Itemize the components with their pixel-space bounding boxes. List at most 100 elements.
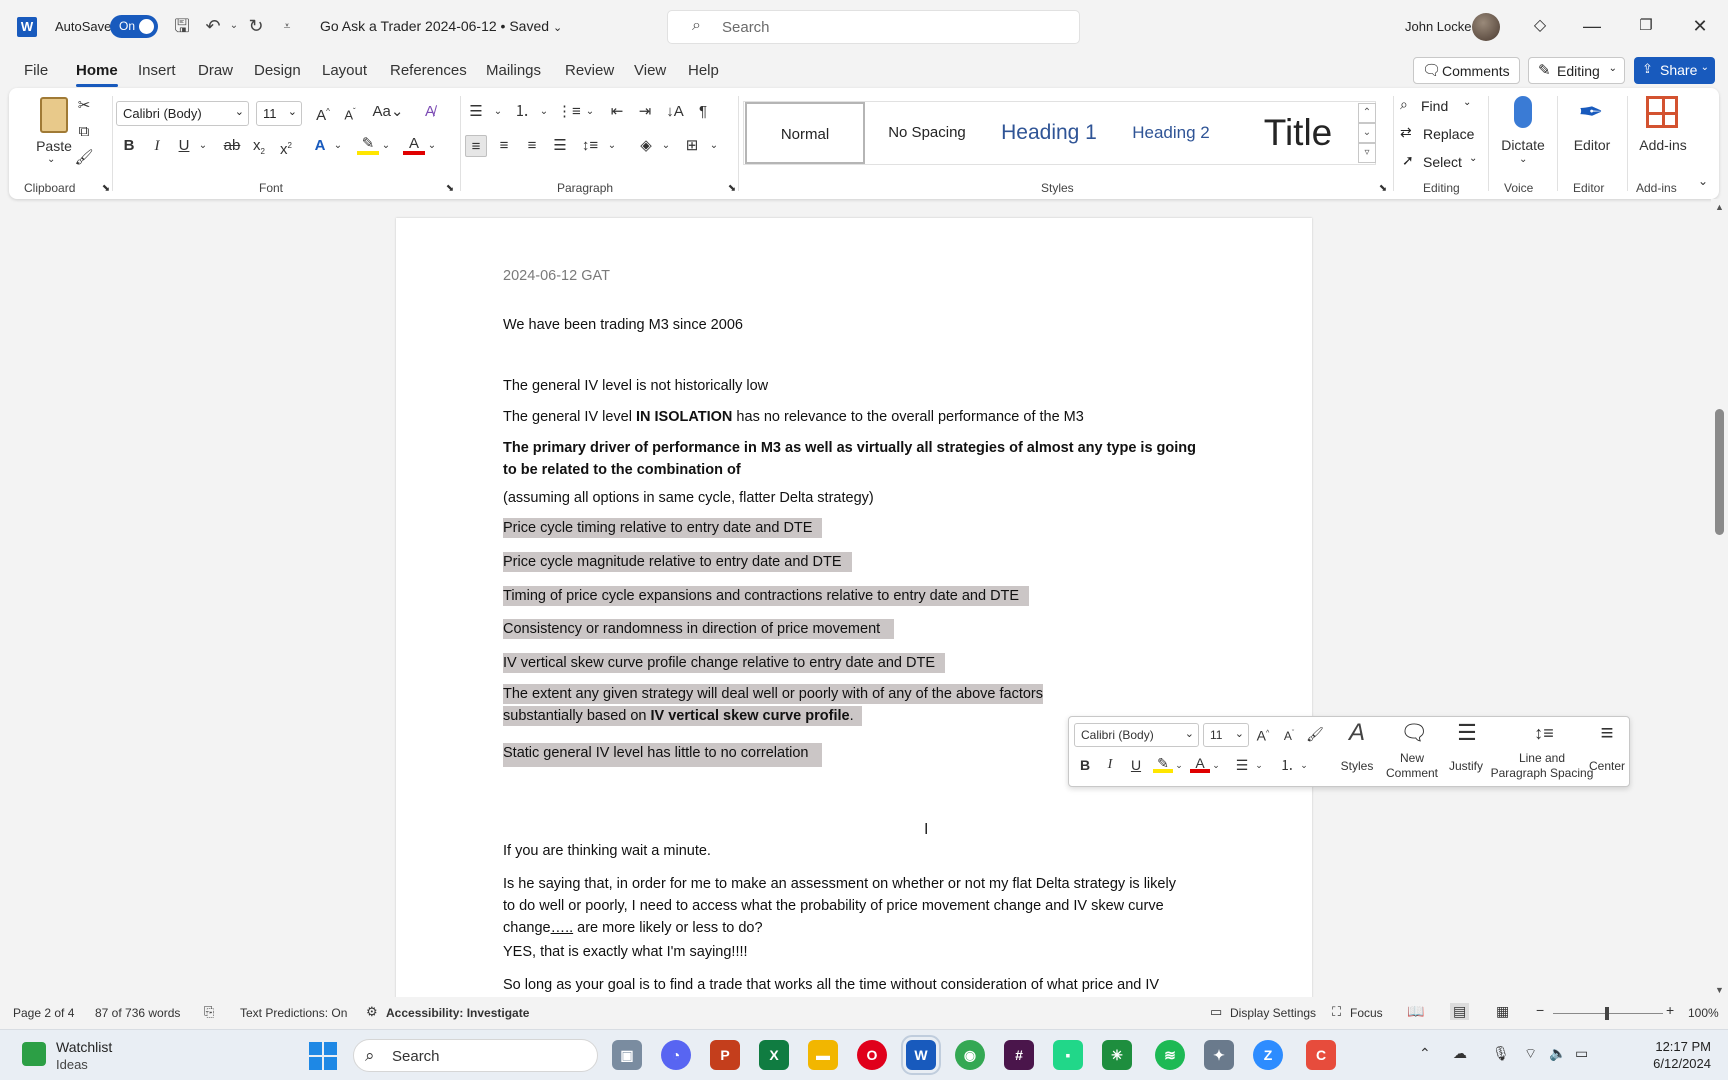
excel-icon[interactable]: X [759,1040,789,1070]
numbering-icon[interactable]: ⒈ [511,101,533,123]
file-explorer-icon[interactable]: ▬ [808,1040,838,1070]
shrink-font-icon[interactable]: Aˇ [339,101,361,123]
addins-button[interactable]: Add-ins [1631,94,1695,174]
subscript-icon[interactable]: x2 [248,135,270,157]
zoom-slider[interactable] [1553,1007,1663,1020]
mini-font-color-dropdown-icon[interactable]: ⌄ [1206,755,1226,775]
tab-insert[interactable]: Insert [138,62,176,79]
restore-button[interactable]: ❐ [1634,14,1658,38]
undo-icon[interactable]: ↶ [202,15,224,37]
tab-layout[interactable]: Layout [322,62,367,79]
undo-dropdown-icon[interactable]: ⌄ [223,15,245,37]
styles-scroll-up[interactable]: ⌃ [1358,103,1376,123]
paragraph-launcher-icon[interactable]: ⬊ [721,178,743,200]
cut-icon[interactable]: ✂ [73,95,95,117]
avatar[interactable] [1472,13,1500,41]
tab-file[interactable]: File [24,62,48,79]
tab-home[interactable]: Home [76,62,118,87]
change-case-icon[interactable]: Aa⌄ [371,101,405,123]
font-name-dropdown[interactable]: Calibri (Body) ⌄ [116,101,249,126]
spark-icon[interactable]: ✳ [1102,1040,1132,1070]
borders-icon[interactable]: ⊞ [681,135,703,157]
increase-indent-icon[interactable]: ⇥ [634,101,656,123]
font-color-dropdown-icon[interactable]: ⌄ [421,135,443,157]
microphone-tray-icon[interactable]: 🎙 [1492,1045,1510,1062]
mini-size-dropdown[interactable]: 11 ⌄ [1203,723,1249,747]
clear-formatting-icon[interactable]: A̸ [419,101,441,123]
new-comment-button[interactable]: 🗨 New Comment [1385,721,1439,783]
sort-icon[interactable]: ↓A [664,101,686,123]
strikethrough-icon[interactable]: ab [221,135,243,157]
text-predictions-status[interactable]: Text Predictions: On [240,1006,347,1020]
mini-bold-icon[interactable]: B [1075,755,1095,775]
focus-button[interactable]: Focus [1350,1006,1383,1020]
clipboard-launcher-icon[interactable]: ⬊ [95,178,117,200]
chrome-icon[interactable]: ◉ [955,1040,985,1070]
page-count[interactable]: Page 2 of 4 [13,1006,74,1020]
minimize-button[interactable]: — [1580,14,1604,38]
dictate-button[interactable]: Dictate ⌄ [1493,94,1553,174]
zoom-out-icon[interactable]: − [1536,1002,1544,1018]
tab-help[interactable]: Help [688,62,719,79]
mini-font-dropdown[interactable]: Calibri (Body) ⌄ [1074,723,1199,747]
mini-shrink-font-icon[interactable]: Aˇ [1279,724,1299,744]
tab-design[interactable]: Design [254,62,301,79]
copy-icon[interactable]: ⧉ [73,121,95,143]
zoom-app-icon[interactable]: Z [1253,1040,1283,1070]
vertical-scrollbar[interactable]: ▲ ▼ [1711,199,1728,997]
grow-font-icon[interactable]: A^ [312,101,334,124]
zoom-in-icon[interactable]: + [1666,1002,1674,1018]
styles-more-button[interactable]: ▿ [1358,143,1376,163]
pycharm-icon[interactable]: ▪ [1053,1040,1083,1070]
style-no-spacing[interactable]: No Spacing [868,102,986,164]
justify-icon[interactable]: ☰ [549,135,571,157]
watchlist-widget-icon[interactable] [22,1042,46,1066]
powerpoint-icon[interactable]: P [710,1040,740,1070]
align-left-icon[interactable]: ≡ [465,135,487,157]
align-right-icon[interactable]: ≡ [521,135,543,157]
share-button[interactable]: ⇪ Share ⌄ [1634,57,1715,84]
mini-highlight-dropdown-icon[interactable]: ⌄ [1169,755,1189,775]
user-name[interactable]: John Locke [1405,19,1472,34]
line-spacing-button[interactable]: ↕≡ Line and Paragraph Spacing [1491,721,1594,783]
battery-icon[interactable]: ▭ [1575,1045,1588,1062]
scroll-up-arrow[interactable]: ▲ [1715,202,1724,212]
mini-format-painter-icon[interactable]: 🖌 [1305,724,1325,744]
justify-button[interactable]: ☰ Justify [1443,721,1489,783]
center-button[interactable]: ≡ Center [1585,721,1629,783]
word-taskbar-icon[interactable]: W [901,1035,941,1075]
shading-icon[interactable]: ◈ [635,135,657,157]
clock[interactable]: 12:17 PM 6/12/2024 [1641,1038,1711,1072]
discord-icon[interactable]: ◔ [661,1040,691,1070]
word-count[interactable]: 87 of 736 words [95,1006,180,1020]
spotify-icon[interactable]: ≋ [1155,1040,1185,1070]
text-effects-dropdown-icon[interactable]: ⌄ [327,135,349,157]
wifi-icon[interactable]: ⌔ [1524,1045,1537,1063]
show-formatting-icon[interactable]: ¶ [692,101,714,123]
start-button[interactable] [309,1042,337,1070]
multilevel-list-icon[interactable]: ⋮≡ [557,101,581,123]
comments-button[interactable]: 🗨 Comments [1413,57,1520,84]
styles-scroll-down[interactable]: ⌄ [1358,123,1376,143]
style-heading-2[interactable]: Heading 2 [1112,102,1230,164]
zoom-level[interactable]: 100% [1688,1006,1719,1020]
save-icon[interactable]: 🖫 [171,15,193,37]
style-title[interactable]: Title [1238,102,1358,164]
tab-mailings[interactable]: Mailings [486,62,541,79]
bullets-dropdown-icon[interactable]: ⌄ [487,101,509,123]
italic-icon[interactable]: I [146,135,168,157]
mini-italic-icon[interactable]: I [1100,755,1120,775]
scroll-down-arrow[interactable]: ▼ [1715,985,1724,995]
task-view-icon[interactable]: ▣ [612,1040,642,1070]
bullets-icon[interactable]: ☰ [465,101,487,123]
zoom-slider-thumb[interactable] [1605,1007,1609,1020]
style-normal[interactable]: Normal [745,102,865,164]
replace-button[interactable]: ⇄ Replace [1397,124,1487,146]
mini-underline-icon[interactable]: U [1126,755,1146,775]
find-button[interactable]: ⌕ Find ⌄ [1397,96,1477,118]
document-title[interactable]: Go Ask a Trader 2024-06-12 • Saved ⌄ [320,18,562,34]
diamond-icon[interactable]: ◇ [1528,14,1552,38]
display-settings-button[interactable]: Display Settings [1230,1006,1316,1020]
search-box[interactable]: ⌕ Search [667,10,1080,44]
mini-bullets-dropdown-icon[interactable]: ⌄ [1249,755,1269,775]
